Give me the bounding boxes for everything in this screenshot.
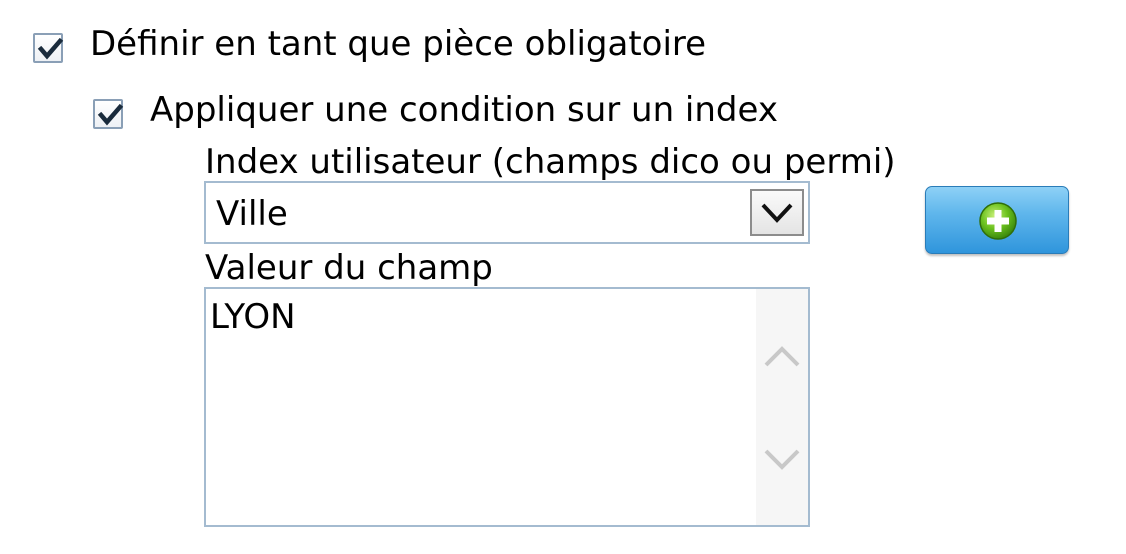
condition-checkbox-label[interactable]: Appliquer une condition sur un index <box>150 90 778 130</box>
scroll-up-button[interactable] <box>762 341 802 371</box>
index-field-label: Index utilisateur (champs dico ou permi) <box>205 142 896 182</box>
chevron-down-icon <box>764 449 800 470</box>
add-condition-button[interactable] <box>925 186 1069 254</box>
check-icon <box>97 103 124 126</box>
chevron-down-icon <box>761 203 793 223</box>
value-textarea-text: LYON <box>210 297 296 337</box>
chevron-up-icon <box>764 346 800 367</box>
textarea-scrollbar[interactable] <box>756 289 808 525</box>
check-icon <box>37 37 64 60</box>
dropdown-button[interactable] <box>750 189 804 236</box>
mandatory-checkbox[interactable] <box>33 33 64 63</box>
mandatory-checkbox-label[interactable]: Définir en tant que pièce obligatoire <box>90 24 706 64</box>
index-select[interactable]: Ville <box>204 181 810 244</box>
condition-checkbox[interactable] <box>93 99 124 129</box>
value-textarea[interactable]: LYON <box>204 287 810 527</box>
scroll-down-button[interactable] <box>762 445 802 475</box>
plus-circle-icon <box>979 202 1017 240</box>
index-select-value: Ville <box>216 194 288 234</box>
value-field-label: Valeur du champ <box>205 248 493 288</box>
